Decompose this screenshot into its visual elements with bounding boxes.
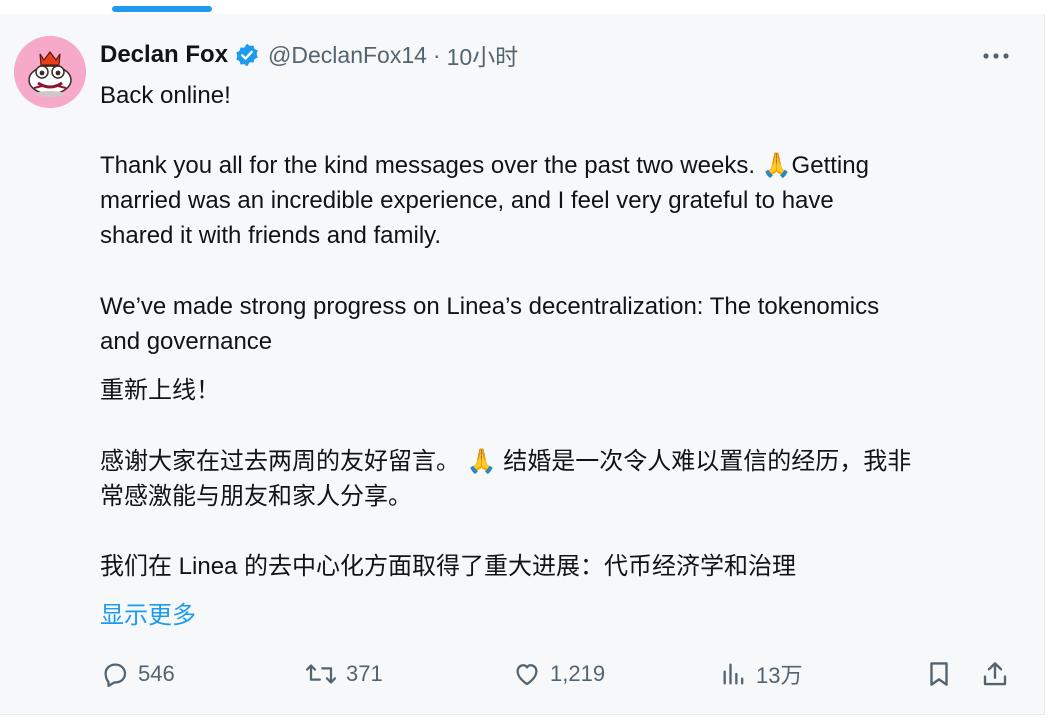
like-button[interactable]: 1,219 xyxy=(512,656,605,692)
bookmark-button[interactable] xyxy=(924,656,954,692)
show-more-link[interactable]: 显示更多 xyxy=(100,598,196,633)
tweet-header: Declan Fox @DeclanFox14 · 10小时 xyxy=(100,38,518,72)
reply-count: 546 xyxy=(138,661,175,686)
avatar[interactable] xyxy=(14,36,86,108)
user-handle[interactable]: @DeclanFox14 xyxy=(268,42,427,69)
tweet-text-line: We’ve made strong progress on Linea’s de… xyxy=(100,293,880,320)
more-horizontal-icon xyxy=(983,53,1009,59)
timestamp[interactable]: 10小时 xyxy=(447,38,519,72)
tweet-text-line: Back online! xyxy=(100,82,231,109)
translated-text-line: 常感激能与朋友和家人分享。 xyxy=(100,483,412,510)
tweet-text-line: married was an incredible experience, an… xyxy=(100,187,834,214)
repost-count: 371 xyxy=(346,661,383,686)
tweet-frame: Declan Fox @DeclanFox14 · 10小时 Back onli… xyxy=(0,0,1062,720)
verified-badge-icon xyxy=(234,42,260,68)
translated-text-line: 重新上线！ xyxy=(100,377,220,404)
views-button[interactable]: 13万 xyxy=(720,656,802,692)
translated-text-line: 感谢大家在过去两周的友好留言。 🙏 结婚是一次令人难以置信的经历，我非 xyxy=(100,448,912,475)
share-icon xyxy=(983,662,1007,686)
translated-text-line: 我们在 Linea 的去中心化方面取得了重大进展：代币经济学和治理 xyxy=(100,553,797,580)
reply-button[interactable]: 546 xyxy=(100,656,175,692)
reply-icon xyxy=(104,663,127,687)
repost-icon xyxy=(305,664,337,684)
header-separator: · xyxy=(432,41,441,68)
display-name[interactable]: Declan Fox xyxy=(100,41,228,69)
active-tab-indicator xyxy=(112,6,212,12)
tweet-text-line: and governance xyxy=(100,328,273,355)
like-count: 1,219 xyxy=(550,661,606,686)
bookmark-icon xyxy=(930,662,948,686)
share-button[interactable] xyxy=(980,656,1010,692)
avatar-frog-crown-icon xyxy=(14,36,86,108)
views-chart-icon xyxy=(723,663,744,685)
views-count: 13万 xyxy=(756,663,803,688)
heart-icon xyxy=(516,664,538,686)
tweet-text-line: Thank you all for the kind messages over… xyxy=(100,152,869,179)
more-options-button[interactable] xyxy=(974,42,1018,70)
tweet-text-line: shared it with friends and family. xyxy=(100,222,442,249)
repost-button[interactable]: 371 xyxy=(304,656,383,692)
